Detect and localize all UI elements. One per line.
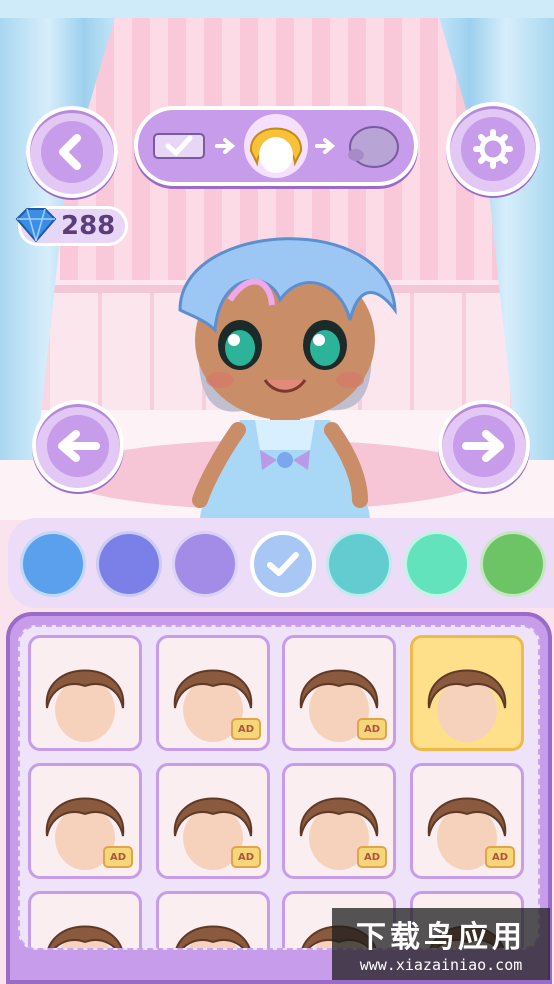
hat-step-icon[interactable]	[342, 121, 402, 171]
color-swatch[interactable]	[172, 531, 238, 597]
hairstyle-preview-icon	[175, 925, 251, 948]
gem-counter: 288	[15, 206, 128, 246]
watermark-url: www.xiazainiao.com	[359, 956, 523, 974]
gem-count: 288	[61, 211, 116, 241]
hair-option[interactable]: AD	[410, 763, 524, 879]
hair-option[interactable]: AD	[156, 635, 270, 751]
hair-grid: AD AD AD AD AD AD	[18, 625, 540, 950]
progress-steps	[134, 106, 418, 186]
color-swatch[interactable]	[20, 531, 86, 597]
ad-badge: AD	[231, 718, 261, 740]
ad-badge: AD	[485, 846, 515, 868]
hairstyle-preview-icon	[45, 669, 125, 742]
chevron-left-icon	[59, 134, 81, 170]
checkmark-icon	[267, 552, 299, 576]
color-swatch[interactable]	[480, 531, 546, 597]
color-swatch[interactable]	[326, 531, 392, 597]
arrow-right-icon	[462, 430, 504, 462]
gear-icon	[473, 129, 513, 169]
hair-option[interactable]	[156, 891, 270, 948]
hair-option[interactable]: AD	[282, 635, 396, 751]
hairstyle-preview-icon	[427, 669, 507, 742]
arrow-right-small-icon	[315, 138, 336, 154]
watermark: 下载鸟应用 www.xiazainiao.com	[332, 908, 550, 980]
outfit-step-icon[interactable]	[150, 126, 210, 166]
hair-option[interactable]: AD	[156, 763, 270, 879]
next-button[interactable]	[438, 400, 530, 492]
previous-button[interactable]	[32, 400, 124, 492]
ad-badge: AD	[231, 846, 261, 868]
ad-badge: AD	[103, 846, 133, 868]
hair-option[interactable]: AD	[28, 763, 142, 879]
color-swatch[interactable]	[96, 531, 162, 597]
settings-button[interactable]	[446, 102, 540, 196]
arrow-right-small-icon	[214, 138, 235, 154]
hair-option[interactable]	[28, 635, 142, 751]
hair-step-icon[interactable]	[241, 111, 311, 181]
hairstyle-preview-icon	[47, 925, 123, 948]
watermark-title: 下载鸟应用	[356, 920, 526, 955]
back-button[interactable]	[26, 106, 118, 198]
color-swatch[interactable]	[250, 531, 316, 597]
hair-option[interactable]	[410, 635, 524, 751]
ad-badge: AD	[357, 718, 387, 740]
hair-option[interactable]	[28, 891, 142, 948]
arrow-left-icon	[58, 430, 100, 462]
hair-option[interactable]: AD	[282, 763, 396, 879]
ad-badge: AD	[357, 846, 387, 868]
curtain-rod	[0, 0, 554, 18]
diamond-icon	[15, 208, 57, 243]
chibi-character	[178, 237, 397, 520]
color-swatch[interactable]	[404, 531, 470, 597]
